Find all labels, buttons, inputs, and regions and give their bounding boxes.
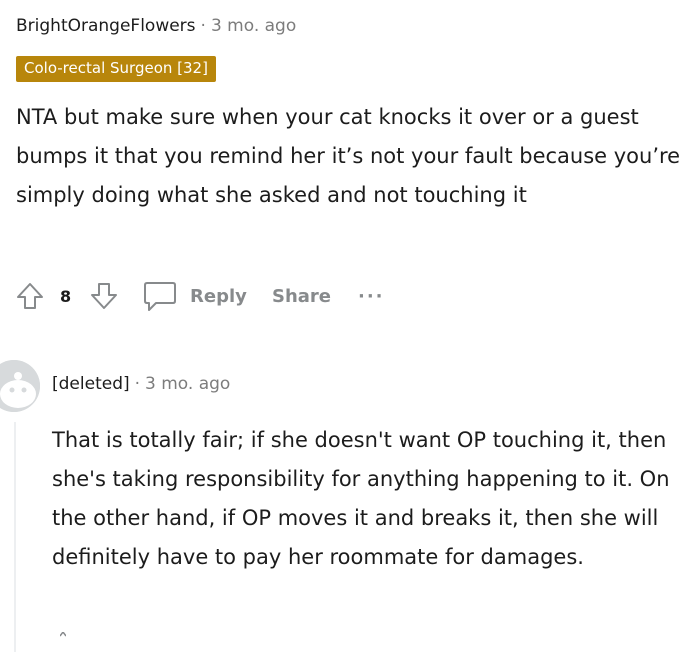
reply-button[interactable]: Reply — [142, 278, 247, 314]
comment-meta: BrightOrangeFlowers · 3 mo. ago — [16, 16, 296, 36]
avatar-icon — [0, 360, 40, 412]
avatar[interactable] — [0, 360, 40, 412]
upvote-icon — [17, 283, 43, 309]
upvote-icon[interactable] — [60, 632, 66, 639]
share-button[interactable]: Share — [272, 278, 331, 314]
comment-body: That is totally fair; if she doesn't wan… — [52, 428, 670, 569]
more-options-icon: ··· — [358, 285, 385, 307]
meta-separator: · — [134, 374, 141, 394]
downvote-icon — [91, 283, 117, 309]
more-options-button[interactable]: ··· — [358, 278, 385, 314]
comment-actions: 8 Reply Share ··· — [14, 278, 414, 314]
thread-line[interactable] — [14, 422, 16, 652]
comment-meta: [deleted] · 3 mo. ago — [52, 374, 230, 394]
username[interactable]: BrightOrangeFlowers — [16, 16, 196, 36]
reply-label: Reply — [190, 285, 247, 307]
user-flair: Colo-rectal Surgeon [32] — [16, 56, 216, 82]
username: [deleted] — [52, 374, 130, 394]
vote-count: 8 — [60, 278, 71, 314]
comment-icon — [144, 282, 176, 311]
comment-time[interactable]: 3 mo. ago — [145, 374, 230, 394]
share-label: Share — [272, 285, 332, 307]
vote-count-text: 8 — [60, 286, 72, 306]
upvote-button[interactable] — [14, 278, 46, 314]
downvote-button[interactable] — [88, 278, 120, 314]
comment-body: NTA but make sure when your cat knocks i… — [16, 105, 681, 207]
comment-time[interactable]: 3 mo. ago — [211, 16, 296, 36]
meta-separator: · — [200, 16, 206, 36]
